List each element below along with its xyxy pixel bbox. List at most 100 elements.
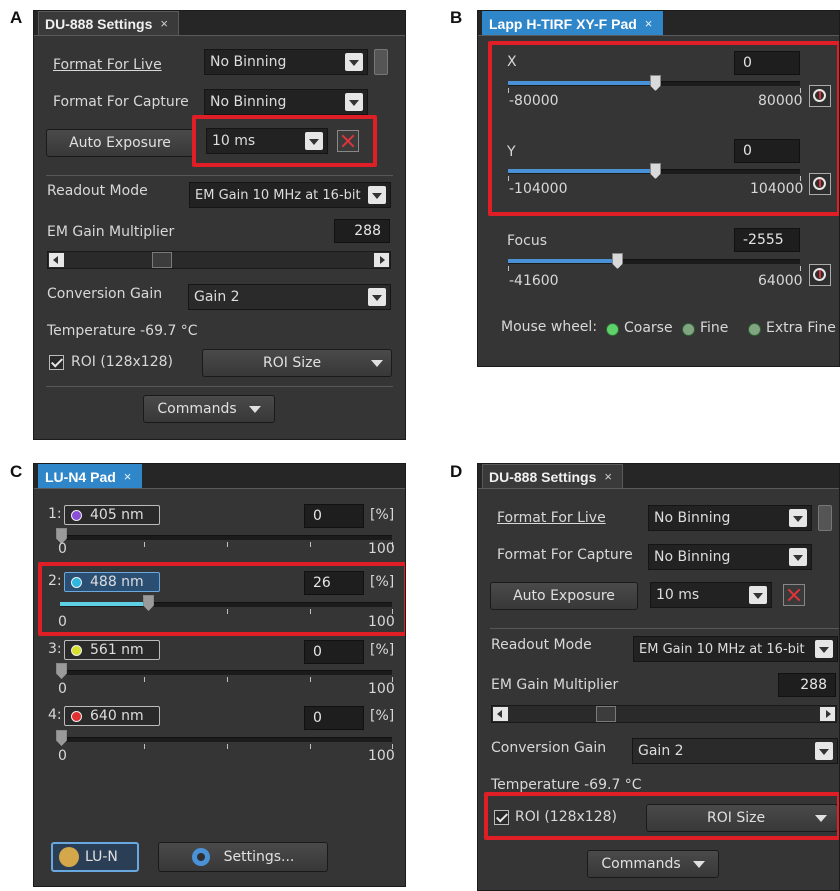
scroll-right-icon[interactable] <box>820 707 835 721</box>
temperature-readout: Temperature -69.7 °C <box>47 323 198 339</box>
roi-checkbox[interactable] <box>49 355 64 370</box>
tab-du888-settings[interactable]: DU-888 Settings × <box>38 11 179 35</box>
format-capture-dropdown[interactable]: No Binning <box>648 544 812 570</box>
lu-n4-pad-panel: LU-N4 Pad × 1: 405 nm 0 [%] 0 100 2: 488… <box>33 463 406 887</box>
conversion-gain-dropdown[interactable]: Gain 2 <box>188 284 391 310</box>
exposure-value: 10 ms <box>212 133 256 149</box>
slider-thumb[interactable] <box>596 706 616 722</box>
laser-488-input[interactable]: 26 <box>304 571 364 595</box>
format-live-dropdown[interactable]: No Binning <box>648 505 812 531</box>
roi-label: ROI (128x128) <box>71 354 173 370</box>
readout-mode-dropdown[interactable]: EM Gain 10 MHz at 16-bit <box>633 636 838 662</box>
format-live-dropdown[interactable]: No Binning <box>204 49 368 75</box>
laser-561-slider-thumb[interactable] <box>56 663 67 679</box>
scroll-left-icon[interactable] <box>493 707 508 721</box>
roi-size-button[interactable]: ROI Size <box>202 349 392 377</box>
tick <box>310 542 311 547</box>
percent-unit: [%] <box>370 642 395 658</box>
tab-tirf-xyf-pad[interactable]: Lapp H-TIRF XY-F Pad × <box>482 11 664 35</box>
scroll-right-icon[interactable] <box>374 253 389 267</box>
focus-input[interactable]: -2555 <box>734 228 800 252</box>
y-input[interactable]: 0 <box>734 139 800 163</box>
scale-min: 0 <box>58 614 67 630</box>
x-slider-thumb[interactable] <box>650 75 661 91</box>
stop-exposure-icon[interactable] <box>337 130 359 152</box>
em-gain-input[interactable]: 288 <box>778 673 836 697</box>
conversion-gain-value: Gain 2 <box>638 743 684 759</box>
tab-lu-n4-pad[interactable]: LU-N4 Pad × <box>38 464 143 488</box>
chevron-down-icon <box>789 509 807 527</box>
format-live-value: No Binning <box>654 510 731 526</box>
laser-488-button[interactable]: 488 nm <box>64 572 160 592</box>
chevron-down-icon <box>815 640 833 658</box>
x-fine-adjust-icon[interactable] <box>809 85 831 107</box>
laser-561-slider-track[interactable] <box>60 670 392 675</box>
close-icon[interactable]: × <box>160 16 168 31</box>
laser-405-slider-track[interactable] <box>60 535 392 540</box>
radio-fine[interactable] <box>682 323 695 336</box>
em-gain-slider[interactable] <box>47 251 391 269</box>
close-icon[interactable]: × <box>604 469 612 484</box>
laser-561-input[interactable]: 0 <box>304 640 364 664</box>
tick <box>227 542 228 547</box>
format-capture-dropdown[interactable]: No Binning <box>204 89 368 115</box>
readout-mode-dropdown[interactable]: EM Gain 10 MHz at 16-bit <box>189 182 391 208</box>
roi-checkbox[interactable] <box>494 810 509 825</box>
close-icon[interactable]: × <box>645 16 653 31</box>
laser-640-slider-thumb[interactable] <box>56 730 67 746</box>
radio-coarse[interactable] <box>606 323 619 336</box>
chevron-down-icon <box>815 814 828 822</box>
format-live-label[interactable]: Format For Live <box>53 57 162 73</box>
conversion-gain-value: Gain 2 <box>194 289 240 305</box>
commands-label: Commands <box>601 856 681 872</box>
y-slider-thumb[interactable] <box>650 163 661 179</box>
stop-exposure-icon[interactable] <box>783 584 805 606</box>
exposure-dropdown[interactable]: 10 ms <box>650 582 772 608</box>
conversion-gain-dropdown[interactable]: Gain 2 <box>632 738 838 764</box>
figure-label-c: C <box>10 462 23 481</box>
x-max-label: 80000 <box>758 93 803 109</box>
laser-488-slider-thumb[interactable] <box>143 595 154 611</box>
y-fine-adjust-icon[interactable] <box>809 173 831 195</box>
chevron-down-icon <box>345 53 363 71</box>
laser-561-button[interactable]: 561 nm <box>64 640 160 660</box>
commands-button[interactable]: Commands <box>587 850 719 878</box>
percent-unit: [%] <box>370 574 395 590</box>
exposure-dropdown[interactable]: 10 ms <box>206 128 328 154</box>
settings-button[interactable]: Settings... <box>158 842 328 872</box>
format-capture-label: Format For Capture <box>497 547 633 563</box>
roi-size-button[interactable]: ROI Size <box>646 804 838 832</box>
y-label: Y <box>507 144 516 160</box>
format-live-label[interactable]: Format For Live <box>497 510 606 526</box>
laser-640-input[interactable]: 0 <box>304 706 364 730</box>
commands-button[interactable]: Commands <box>143 395 275 423</box>
tab-bar: LU-N4 Pad × <box>34 464 405 489</box>
laser-405-button[interactable]: 405 nm <box>64 505 160 525</box>
x-input[interactable]: 0 <box>734 51 800 75</box>
format-capture-label: Format For Capture <box>53 94 189 110</box>
laser-640-slider-track[interactable] <box>60 737 392 742</box>
laser-405-input[interactable]: 0 <box>304 504 364 528</box>
radio-extra-fine[interactable] <box>748 323 761 336</box>
laser-640-button[interactable]: 640 nm <box>64 706 160 726</box>
em-gain-slider[interactable] <box>491 705 837 723</box>
tick <box>310 677 311 682</box>
divider <box>46 175 393 176</box>
chevron-down-icon <box>789 548 807 566</box>
em-gain-input[interactable]: 288 <box>334 219 390 243</box>
slider-thumb[interactable] <box>152 252 172 268</box>
scroll-left-icon[interactable] <box>49 253 64 267</box>
tab-du888-settings[interactable]: DU-888 Settings × <box>482 464 623 488</box>
auto-exposure-button[interactable]: Auto Exposure <box>46 129 194 157</box>
chevron-down-icon <box>692 860 705 868</box>
close-icon[interactable]: × <box>124 469 132 484</box>
focus-slider-fill <box>508 259 616 263</box>
auto-exposure-button[interactable]: Auto Exposure <box>490 582 638 610</box>
lu-n-button[interactable]: LU-N <box>51 842 139 872</box>
focus-slider-thumb[interactable] <box>612 253 623 269</box>
laser-488-color-dot <box>71 576 82 588</box>
focus-fine-adjust-icon[interactable] <box>809 264 831 286</box>
divider <box>490 628 839 629</box>
tick <box>310 609 311 614</box>
tab-title: DU-888 Settings <box>45 15 153 32</box>
